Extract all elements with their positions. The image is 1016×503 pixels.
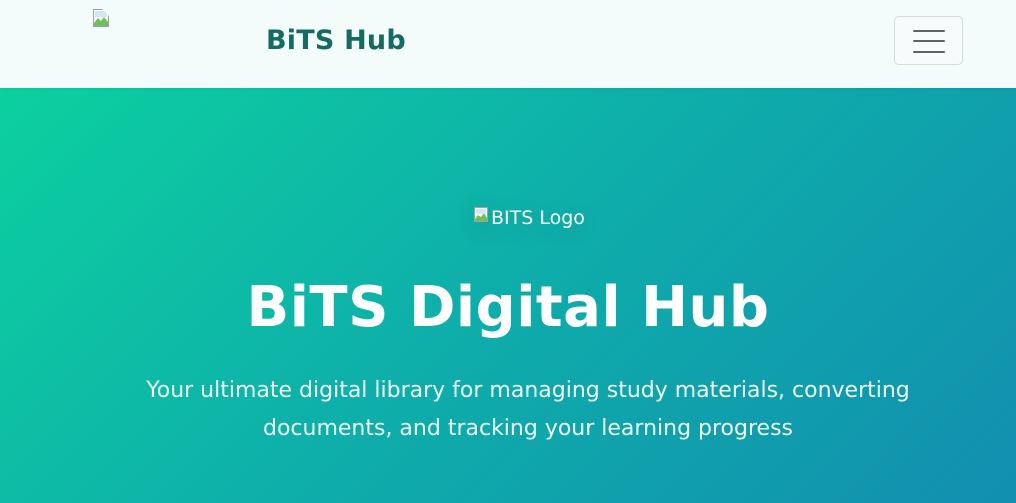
hamburger-menu-icon-bar	[913, 51, 945, 53]
navbar-logo-broken-image-icon[interactable]	[93, 9, 113, 29]
hamburger-menu-button[interactable]	[894, 16, 963, 65]
navbar: BiTS Hub	[0, 0, 1016, 88]
hero-section: BITS Logo BiTS Digital Hub Your ultimate…	[0, 88, 1016, 503]
hero-title: BiTS Digital Hub	[246, 275, 770, 340]
hero-logo-image: BITS Logo	[474, 204, 585, 232]
hamburger-menu-icon-bar	[913, 40, 945, 42]
hamburger-menu-icon	[913, 30, 945, 32]
broken-image-icon	[474, 207, 488, 222]
broken-image-icon	[93, 9, 109, 27]
hero-logo-alt-text: BITS Logo	[491, 207, 585, 229]
brand-name[interactable]: BiTS Hub	[266, 22, 406, 60]
hero-subtitle: Your ultimate digital library for managi…	[146, 378, 910, 441]
